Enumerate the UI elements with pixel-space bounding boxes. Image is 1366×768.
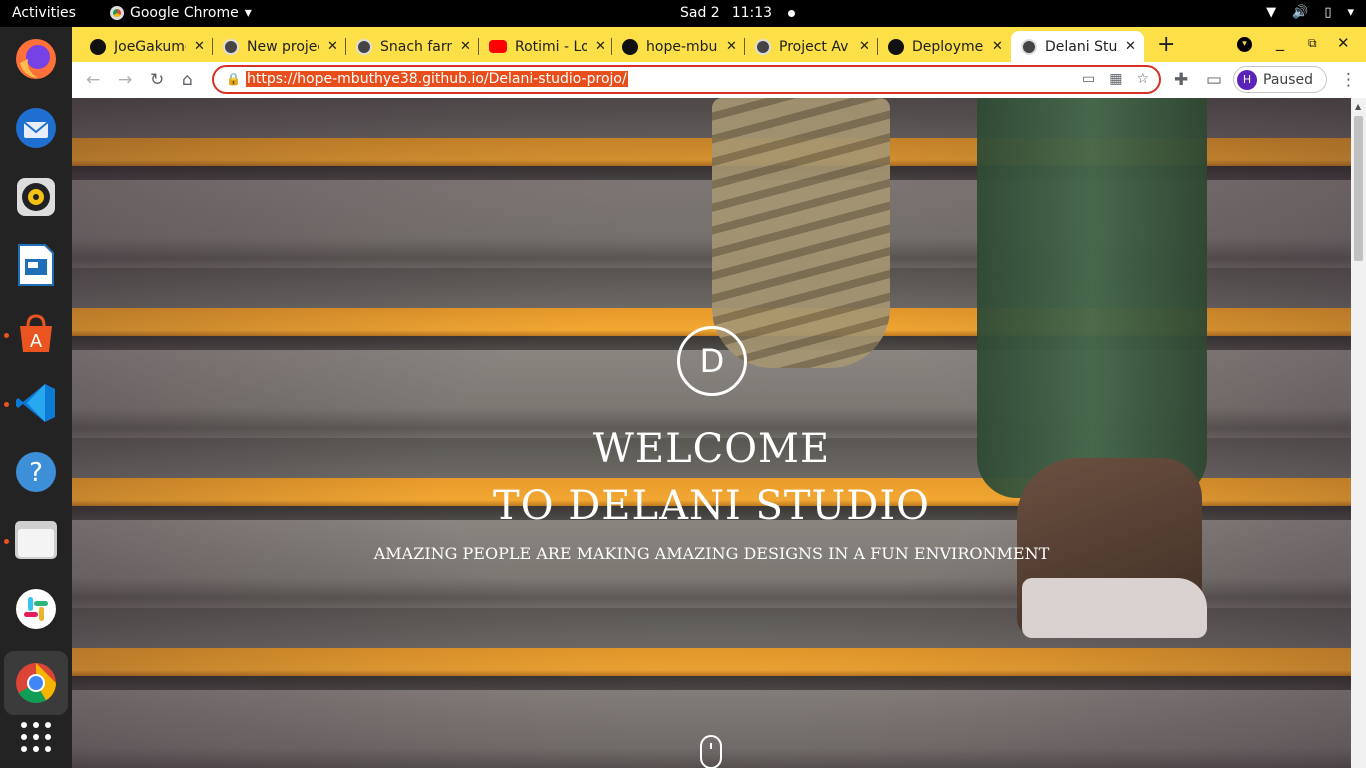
kebab-menu-icon[interactable]: ⋮ bbox=[1340, 70, 1357, 90]
avatar: H bbox=[1237, 69, 1257, 90]
battery-icon: ▯ bbox=[1324, 5, 1332, 20]
browser-window: JoeGakumo ✕ New project ✕ Snach farm ✕ R… bbox=[72, 27, 1366, 768]
caret-down-icon: ▾ bbox=[1347, 5, 1354, 20]
new-tab-plus-icon[interactable]: + bbox=[1157, 32, 1175, 57]
scroll-up-arrow-icon[interactable]: ▲ bbox=[1355, 102, 1361, 111]
forward-arrow-icon[interactable]: → bbox=[118, 70, 132, 90]
firefox-icon[interactable] bbox=[12, 35, 60, 83]
wifi-icon: ▼ bbox=[1266, 5, 1277, 20]
globe-icon bbox=[1021, 38, 1037, 55]
qr-code-icon[interactable]: ▦ bbox=[1109, 71, 1122, 87]
install-app-icon[interactable]: ▭ bbox=[1082, 71, 1095, 87]
tab[interactable]: Snach farm ✕ bbox=[346, 31, 479, 62]
tab[interactable]: JoeGakumo ✕ bbox=[80, 31, 213, 62]
chrome-icon[interactable] bbox=[4, 651, 68, 715]
files-icon[interactable] bbox=[12, 516, 60, 564]
close-icon[interactable]: ✕ bbox=[1125, 39, 1136, 54]
tab-title: Snach farm bbox=[380, 38, 452, 55]
app-menu[interactable]: Google Chrome ▾ bbox=[110, 5, 252, 21]
maximize-icon[interactable]: ⧉ bbox=[1308, 36, 1317, 51]
tab[interactable]: hope-mbu ✕ bbox=[612, 31, 745, 62]
rhythmbox-icon[interactable] bbox=[12, 173, 60, 221]
github-icon bbox=[90, 38, 106, 55]
close-icon[interactable]: ✕ bbox=[327, 39, 338, 54]
svg-text:?: ? bbox=[29, 458, 43, 488]
tab[interactable]: Project Av ✕ bbox=[745, 31, 878, 62]
system-top-bar: Activities Google Chrome ▾ Sad 2 11:13 ▼… bbox=[0, 0, 1366, 27]
back-arrow-icon[interactable]: ← bbox=[86, 70, 100, 90]
running-indicator bbox=[4, 539, 9, 544]
lock-icon: 🔒 bbox=[226, 72, 241, 86]
hero-title-line-2: TO DELANI STUDIO bbox=[493, 483, 930, 529]
globe-icon bbox=[356, 38, 372, 55]
close-window-icon[interactable]: ✕ bbox=[1337, 34, 1350, 52]
tab-title: Deployme bbox=[912, 38, 984, 55]
tab-active[interactable]: Delani Stu ✕ bbox=[1011, 31, 1144, 62]
tab-title: Delani Stu bbox=[1045, 38, 1117, 55]
home-icon[interactable]: ⌂ bbox=[182, 70, 193, 90]
page-scrollbar[interactable]: ▲ bbox=[1351, 98, 1366, 768]
url-text[interactable]: https://hope-mbuthye38.github.io/Delani-… bbox=[246, 71, 628, 87]
notification-dot-icon bbox=[788, 9, 796, 17]
show-apps-icon[interactable] bbox=[12, 713, 60, 761]
close-icon[interactable]: ✕ bbox=[859, 39, 870, 54]
youtube-icon bbox=[489, 40, 507, 53]
profile-button[interactable]: H Paused bbox=[1233, 66, 1327, 93]
tab[interactable]: New project ✕ bbox=[213, 31, 346, 62]
close-icon[interactable]: ✕ bbox=[194, 39, 205, 54]
github-icon bbox=[622, 38, 638, 55]
tab-title: Rotimi - Lo bbox=[515, 38, 587, 55]
running-indicator bbox=[4, 402, 9, 407]
address-bar[interactable]: 🔒 https://hope-mbuthye38.github.io/Delan… bbox=[212, 65, 1161, 94]
hero-title-line-1: WELCOME bbox=[592, 426, 831, 472]
tab-title: New project bbox=[247, 38, 319, 55]
chrome-icon bbox=[110, 6, 124, 20]
vscode-icon[interactable] bbox=[12, 379, 60, 427]
minimize-icon[interactable]: _ bbox=[1276, 32, 1284, 51]
scrollbar-thumb[interactable] bbox=[1354, 116, 1363, 261]
help-icon[interactable]: ? bbox=[12, 448, 60, 496]
dock: A ? bbox=[0, 27, 72, 768]
hero-subtitle: AMAZING PEOPLE ARE MAKING AMAZING DESIGN… bbox=[373, 544, 1050, 563]
activities-button[interactable]: Activities bbox=[12, 5, 76, 21]
logo-badge: D bbox=[677, 326, 747, 396]
caret-down-icon: ▾ bbox=[244, 5, 252, 21]
scroll-down-mouse-icon[interactable] bbox=[700, 735, 722, 768]
ubuntu-software-icon[interactable]: A bbox=[12, 310, 60, 358]
clock-day: Sad 2 bbox=[680, 5, 720, 21]
clock[interactable]: Sad 2 11:13 bbox=[680, 5, 796, 21]
profile-status: Paused bbox=[1263, 71, 1314, 88]
cast-icon[interactable]: ▭ bbox=[1206, 70, 1222, 90]
app-menu-label: Google Chrome bbox=[130, 5, 239, 21]
hero-section: D WELCOME TO DELANI STUDIO AMAZING PEOPL… bbox=[72, 98, 1351, 768]
tab-title: Project Av bbox=[779, 38, 849, 55]
tab[interactable]: Deployme ✕ bbox=[878, 31, 1011, 62]
globe-icon bbox=[755, 38, 771, 55]
extensions-puzzle-icon[interactable]: ✚ bbox=[1174, 70, 1188, 90]
close-icon[interactable]: ✕ bbox=[460, 39, 471, 54]
github-icon bbox=[888, 38, 904, 55]
globe-icon bbox=[223, 38, 239, 55]
reload-icon[interactable]: ↻ bbox=[150, 70, 164, 90]
svg-text:A: A bbox=[30, 331, 43, 352]
tab-title: JoeGakumo bbox=[114, 38, 186, 55]
volume-icon: 🔊 bbox=[1292, 5, 1309, 20]
thunderbird-icon[interactable] bbox=[12, 104, 60, 152]
tab[interactable]: Rotimi - Lo ✕ bbox=[479, 31, 612, 62]
system-tray[interactable]: ▼ 🔊 ▯ ▾ bbox=[1266, 5, 1354, 20]
close-icon[interactable]: ✕ bbox=[726, 39, 737, 54]
close-icon[interactable]: ✕ bbox=[992, 39, 1003, 54]
libreoffice-impress-icon[interactable] bbox=[12, 241, 60, 289]
page-viewport: D WELCOME TO DELANI STUDIO AMAZING PEOPL… bbox=[72, 98, 1351, 768]
running-indicator bbox=[4, 333, 9, 338]
browser-toolbar: ← → ↻ ⌂ 🔒 https://hope-mbuthye38.github.… bbox=[72, 62, 1366, 98]
tab-search-icon[interactable]: ▾ bbox=[1237, 37, 1252, 52]
clock-time: 11:13 bbox=[731, 5, 773, 21]
close-icon[interactable]: ✕ bbox=[595, 39, 606, 54]
slack-icon[interactable] bbox=[12, 585, 60, 633]
bookmark-star-icon[interactable]: ☆ bbox=[1136, 71, 1149, 87]
tab-strip: JoeGakumo ✕ New project ✕ Snach farm ✕ R… bbox=[72, 27, 1366, 62]
tab-title: hope-mbu bbox=[646, 38, 718, 55]
